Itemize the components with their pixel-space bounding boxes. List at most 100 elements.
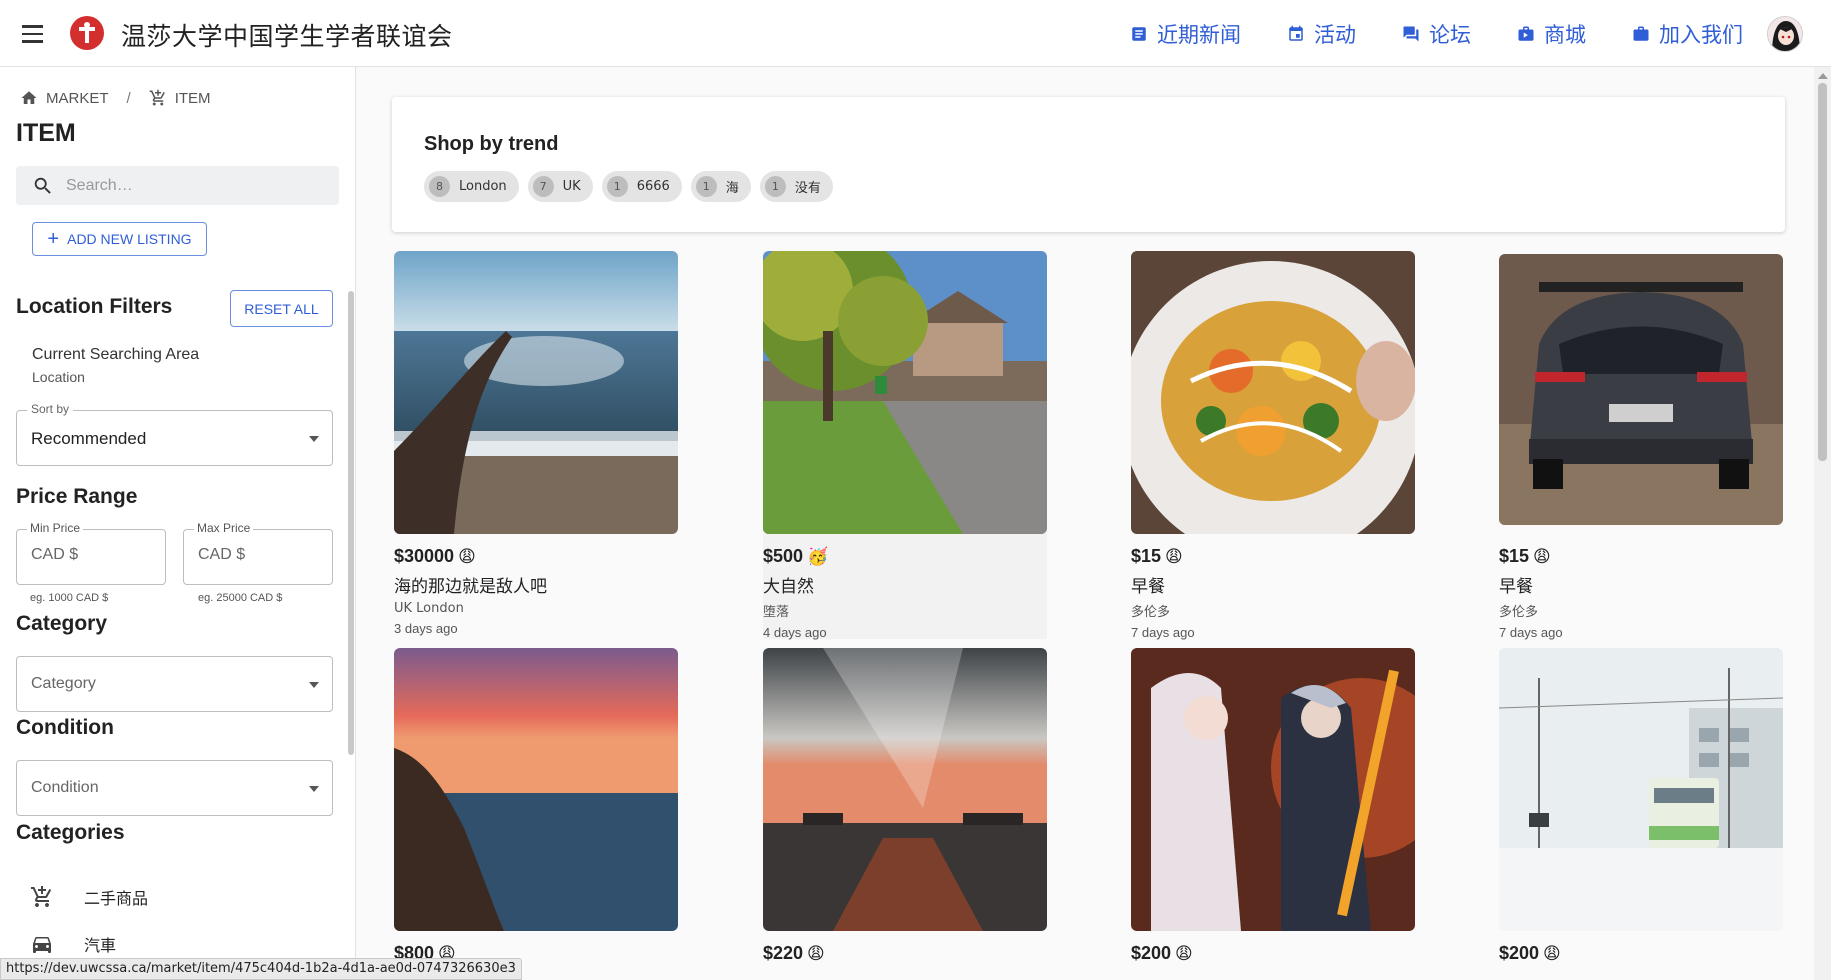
max-price-legend: Max Price (194, 521, 254, 535)
listing-emoji: 😩 (1533, 546, 1551, 567)
listing-card[interactable]: $15 😩 早餐 多伦多 7 days ago (1499, 251, 1783, 640)
min-price-field[interactable]: Min Price (16, 521, 166, 585)
trend-chip[interactable]: 1 6666 (601, 171, 682, 202)
listing-price: $200 (1131, 943, 1172, 963)
scrollbar-thumb[interactable] (1818, 83, 1827, 461)
main-scrollbar[interactable] (1814, 67, 1831, 980)
avatar[interactable] (1767, 16, 1803, 52)
search-bar[interactable] (16, 166, 339, 205)
store-icon (1518, 26, 1534, 41)
nav-news[interactable]: 近期新闻 (1130, 19, 1241, 49)
sort-legend: Sort by (27, 402, 74, 416)
listing-emoji: 🥳 (807, 546, 829, 567)
listing-price: $15 (1499, 546, 1530, 566)
listing-title: 大自然 (763, 577, 814, 597)
category-placeholder: Category (31, 675, 96, 692)
nav-forum-label: 论坛 (1429, 22, 1471, 47)
listing-image-breakfast[interactable] (1131, 251, 1415, 534)
trend-chip[interactable]: 1海 (690, 171, 751, 202)
max-price-field[interactable]: Max Price (183, 521, 333, 585)
anime-art-image (1131, 648, 1415, 931)
trend-chip[interactable]: 8 London (424, 171, 519, 202)
page-title: ITEM (16, 119, 76, 147)
sidebar-scrollbar[interactable] (348, 291, 354, 755)
nav-news-label: 近期新闻 (1157, 22, 1241, 47)
listing-time: 7 days ago (1499, 625, 1563, 640)
forum-icon (1403, 26, 1419, 41)
listing-card[interactable]: $200 😩 (1131, 648, 1415, 964)
chip-label: 6666 (636, 179, 670, 194)
sidebar: MARKET / ITEM ITEM + ADD NEW LISTING Loc… (0, 67, 356, 980)
nav-store[interactable]: 商城 (1517, 19, 1586, 49)
min-price-legend: Min Price (27, 521, 84, 535)
category-item-car[interactable]: 汽車 (30, 932, 116, 956)
site-title[interactable]: 温莎大学中国学生学者联谊会 (121, 17, 453, 53)
trend-chip[interactable]: 1 没有 (759, 171, 833, 202)
briefcase-icon (1633, 26, 1649, 41)
listing-location: 多伦多 (1131, 605, 1171, 620)
min-price-helper: eg. 1000 CAD $ (30, 592, 109, 604)
nav-events-label: 活动 (1314, 22, 1356, 47)
listing-card[interactable]: $200 😩 (1499, 648, 1783, 964)
listing-card[interactable]: $500 🥳 大自然 堕落 4 days ago (763, 251, 1047, 640)
menu-icon[interactable] (18, 20, 48, 48)
breadcrumb-item-label: ITEM (174, 89, 211, 107)
listing-image-street[interactable] (763, 251, 1047, 534)
scroll-up-arrow-icon[interactable] (1818, 73, 1828, 79)
min-price-input[interactable] (31, 546, 151, 564)
listing-card[interactable]: $800 😩 (394, 648, 678, 964)
car-photo-image (1499, 254, 1783, 525)
chevron-down-icon (309, 786, 319, 792)
chip-count: 1 (764, 176, 786, 197)
listing-image-pier[interactable] (763, 648, 1047, 931)
article-icon (1132, 26, 1146, 41)
sea-photo-image (394, 251, 678, 534)
listing-title: 早餐 (1131, 577, 1165, 597)
listing-emoji: 😩 (458, 546, 476, 567)
listing-title: 海的那边就是敌人吧 (394, 577, 547, 597)
breadcrumb-market[interactable]: MARKET (20, 89, 109, 107)
listing-image-sea-pointing[interactable] (394, 251, 678, 534)
shop-by-trend-card: Shop by trend 8 London 7 UK 1 6666 1海 1 没有 (392, 97, 1785, 232)
listing-emoji: 😩 (1165, 546, 1183, 567)
category-select[interactable]: Category (16, 656, 333, 712)
nav-forum[interactable]: 论坛 (1402, 19, 1471, 49)
listing-image-sunset-cliff[interactable] (394, 648, 678, 931)
listing-card[interactable]: $30000 😩 海的那边就是敌人吧 UK London 3 days ago (394, 251, 678, 636)
condition-select[interactable]: Condition (16, 760, 333, 816)
chip-count: 7 (532, 176, 554, 197)
trend-chip[interactable]: 7 UK (527, 171, 593, 202)
listing-price: $200 (1499, 943, 1540, 963)
listing-emoji: 😩 (1543, 943, 1561, 964)
listing-price: $500 (763, 546, 804, 566)
chip-count: 1 (606, 176, 628, 197)
current-area-title[interactable]: Current Searching Area (32, 346, 199, 364)
listing-emoji: 😩 (807, 943, 825, 964)
nav-events[interactable]: 活动 (1287, 19, 1356, 49)
breadcrumb-item[interactable]: ITEM (149, 89, 211, 107)
max-price-input[interactable] (198, 546, 318, 564)
search-input[interactable] (66, 176, 306, 195)
listing-image-tram[interactable] (1499, 648, 1783, 931)
logo-icon[interactable] (69, 15, 105, 51)
condition-title: Condition (16, 716, 114, 739)
street-photo-image (763, 251, 1047, 534)
sort-select[interactable]: Sort by Recommended (16, 402, 333, 466)
breadcrumb-market-label: MARKET (46, 89, 109, 107)
nav-join[interactable]: 加入我们 (1632, 19, 1743, 49)
cart-icon (31, 886, 52, 907)
plus-icon: + (47, 228, 60, 250)
listing-location: 堕落 (763, 605, 790, 620)
listing-card[interactable]: $15 😩 早餐 多伦多 7 days ago (1131, 251, 1415, 640)
listing-image-suv[interactable] (1499, 254, 1783, 525)
tram-photo-image (1499, 648, 1783, 931)
reset-all-button[interactable]: RESET ALL (230, 290, 333, 327)
add-listing-button[interactable]: + ADD NEW LISTING (32, 222, 207, 256)
category-item-secondhand[interactable]: 二手商品 (30, 885, 148, 909)
listing-image-anime[interactable] (1131, 648, 1415, 931)
listing-location: 多伦多 (1499, 605, 1539, 620)
listing-time: 7 days ago (1131, 625, 1195, 640)
listing-card[interactable]: $220 😩 (763, 648, 1047, 964)
listing-price: $220 (763, 943, 804, 963)
category-title: Category (16, 612, 108, 635)
